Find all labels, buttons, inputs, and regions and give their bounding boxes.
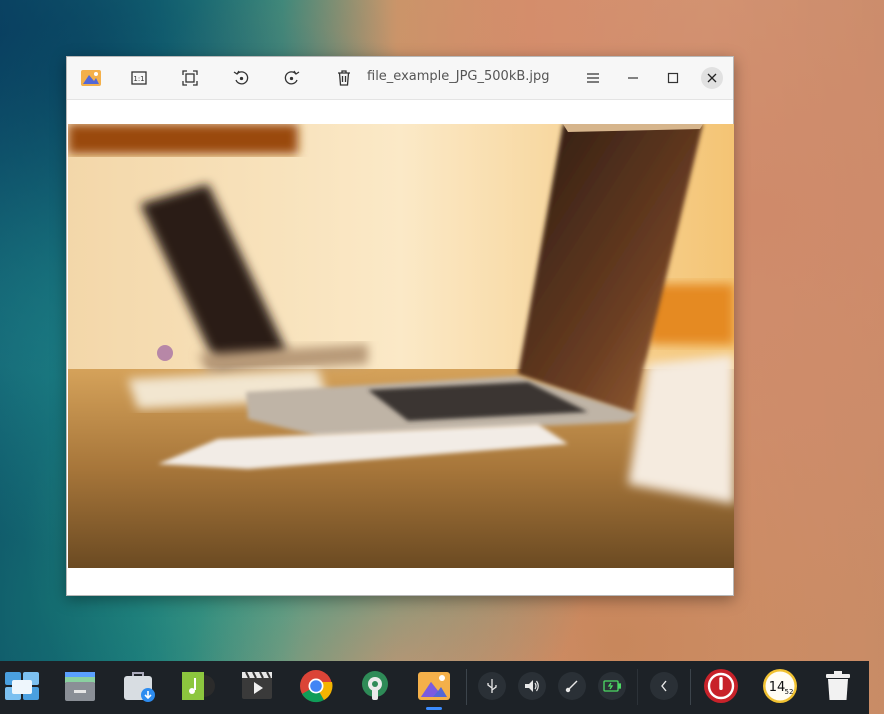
clock-minute: 52: [785, 688, 794, 696]
menu-icon[interactable]: [581, 66, 605, 90]
displayed-image: [68, 124, 734, 568]
window-title: file_example_JPG_500kB.jpg: [367, 69, 550, 84]
titlebar: 1:1 file_example_JPG_500kB.jpg: [67, 57, 733, 100]
maximize-icon[interactable]: [661, 66, 685, 90]
minimize-icon[interactable]: [621, 66, 645, 90]
chrome-icon[interactable]: [296, 666, 336, 706]
original-size-icon[interactable]: 1:1: [127, 66, 151, 90]
control-center-icon[interactable]: [355, 666, 395, 706]
music-icon[interactable]: [178, 666, 218, 706]
rotate-left-icon[interactable]: [229, 66, 253, 90]
file-manager-icon[interactable]: [60, 666, 100, 706]
image-viewer-window: 1:1 file_example_JPG_500kB.jpg: [66, 56, 734, 596]
image-viewer-icon[interactable]: [414, 666, 454, 710]
volume-icon[interactable]: [518, 672, 546, 700]
image-viewer-app-icon: [79, 66, 103, 90]
close-icon[interactable]: [701, 67, 723, 89]
usb-icon[interactable]: [478, 672, 506, 700]
clock-widget[interactable]: 14 52: [760, 666, 800, 706]
active-indicator: [426, 707, 442, 710]
trash-icon[interactable]: [818, 666, 858, 706]
pen-icon[interactable]: [558, 672, 586, 700]
power-icon[interactable]: [701, 666, 741, 706]
separator: [637, 669, 638, 705]
separator: [690, 669, 691, 705]
separator: [466, 669, 467, 705]
movie-icon[interactable]: [237, 666, 277, 706]
delete-icon[interactable]: [332, 66, 356, 90]
multitasking-view-icon[interactable]: [2, 666, 42, 706]
svg-text:1:1: 1:1: [133, 75, 144, 83]
fit-to-window-icon[interactable]: [178, 66, 202, 90]
clock-hour: 14: [769, 680, 786, 695]
rotate-right-icon[interactable]: [280, 66, 304, 90]
app-store-icon[interactable]: [119, 666, 159, 706]
collapse-arrow-icon[interactable]: [650, 672, 678, 700]
battery-icon[interactable]: [598, 672, 626, 700]
taskbar: 14 52: [0, 661, 869, 714]
